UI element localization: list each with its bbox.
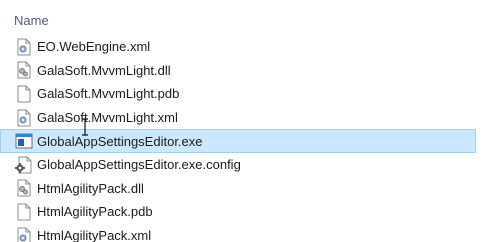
file-name: GlobalAppSettingsEditor.exe	[37, 133, 203, 149]
file-name: HtmlAgilityPack.pdb	[37, 204, 153, 220]
file-row[interactable]: HtmlAgilityPack.dll	[0, 177, 210, 201]
blank-file-icon	[14, 202, 34, 222]
file-name: GalaSoft.MvvmLight.dll	[37, 62, 171, 78]
file-list-pane: Name EO.WebEngine.xml GalaSoft.MvvmLight…	[0, 0, 503, 242]
file-name: GalaSoft.MvvmLight.xml	[37, 110, 178, 126]
config-file-icon	[14, 155, 34, 175]
xml-file-icon	[14, 226, 34, 242]
dll-file-icon	[14, 178, 34, 198]
file-row[interactable]: GalaSoft.MvvmLight.dll	[0, 59, 210, 83]
file-row[interactable]: GalaSoft.MvvmLight.pdb	[0, 82, 210, 106]
dll-file-icon	[14, 60, 34, 80]
file-name: GalaSoft.MvvmLight.pdb	[37, 86, 180, 102]
blank-file-icon	[14, 84, 34, 104]
xml-file-icon	[14, 108, 34, 128]
column-header-name[interactable]: Name	[14, 13, 49, 28]
file-row[interactable]: GlobalAppSettingsEditor.exe.config	[0, 153, 241, 177]
file-name: HtmlAgilityPack.dll	[37, 180, 144, 196]
file-row[interactable]: GalaSoft.MvvmLight.xml	[0, 106, 210, 130]
file-name: EO.WebEngine.xml	[37, 39, 151, 55]
file-name: HtmlAgilityPack.xml	[37, 228, 152, 242]
file-list: EO.WebEngine.xml GalaSoft.MvvmLight.dll	[0, 35, 503, 242]
file-row[interactable]: HtmlAgilityPack.pdb	[0, 200, 210, 224]
file-name: GlobalAppSettingsEditor.exe.config	[37, 157, 241, 173]
text-cursor-icon	[80, 118, 90, 136]
file-row[interactable]: EO.WebEngine.xml	[0, 35, 210, 59]
exe-app-icon	[14, 131, 34, 151]
file-row[interactable]: HtmlAgilityPack.xml	[0, 224, 210, 242]
xml-file-icon	[14, 37, 34, 57]
file-row-selected[interactable]: GlobalAppSettingsEditor.exe	[0, 129, 476, 153]
